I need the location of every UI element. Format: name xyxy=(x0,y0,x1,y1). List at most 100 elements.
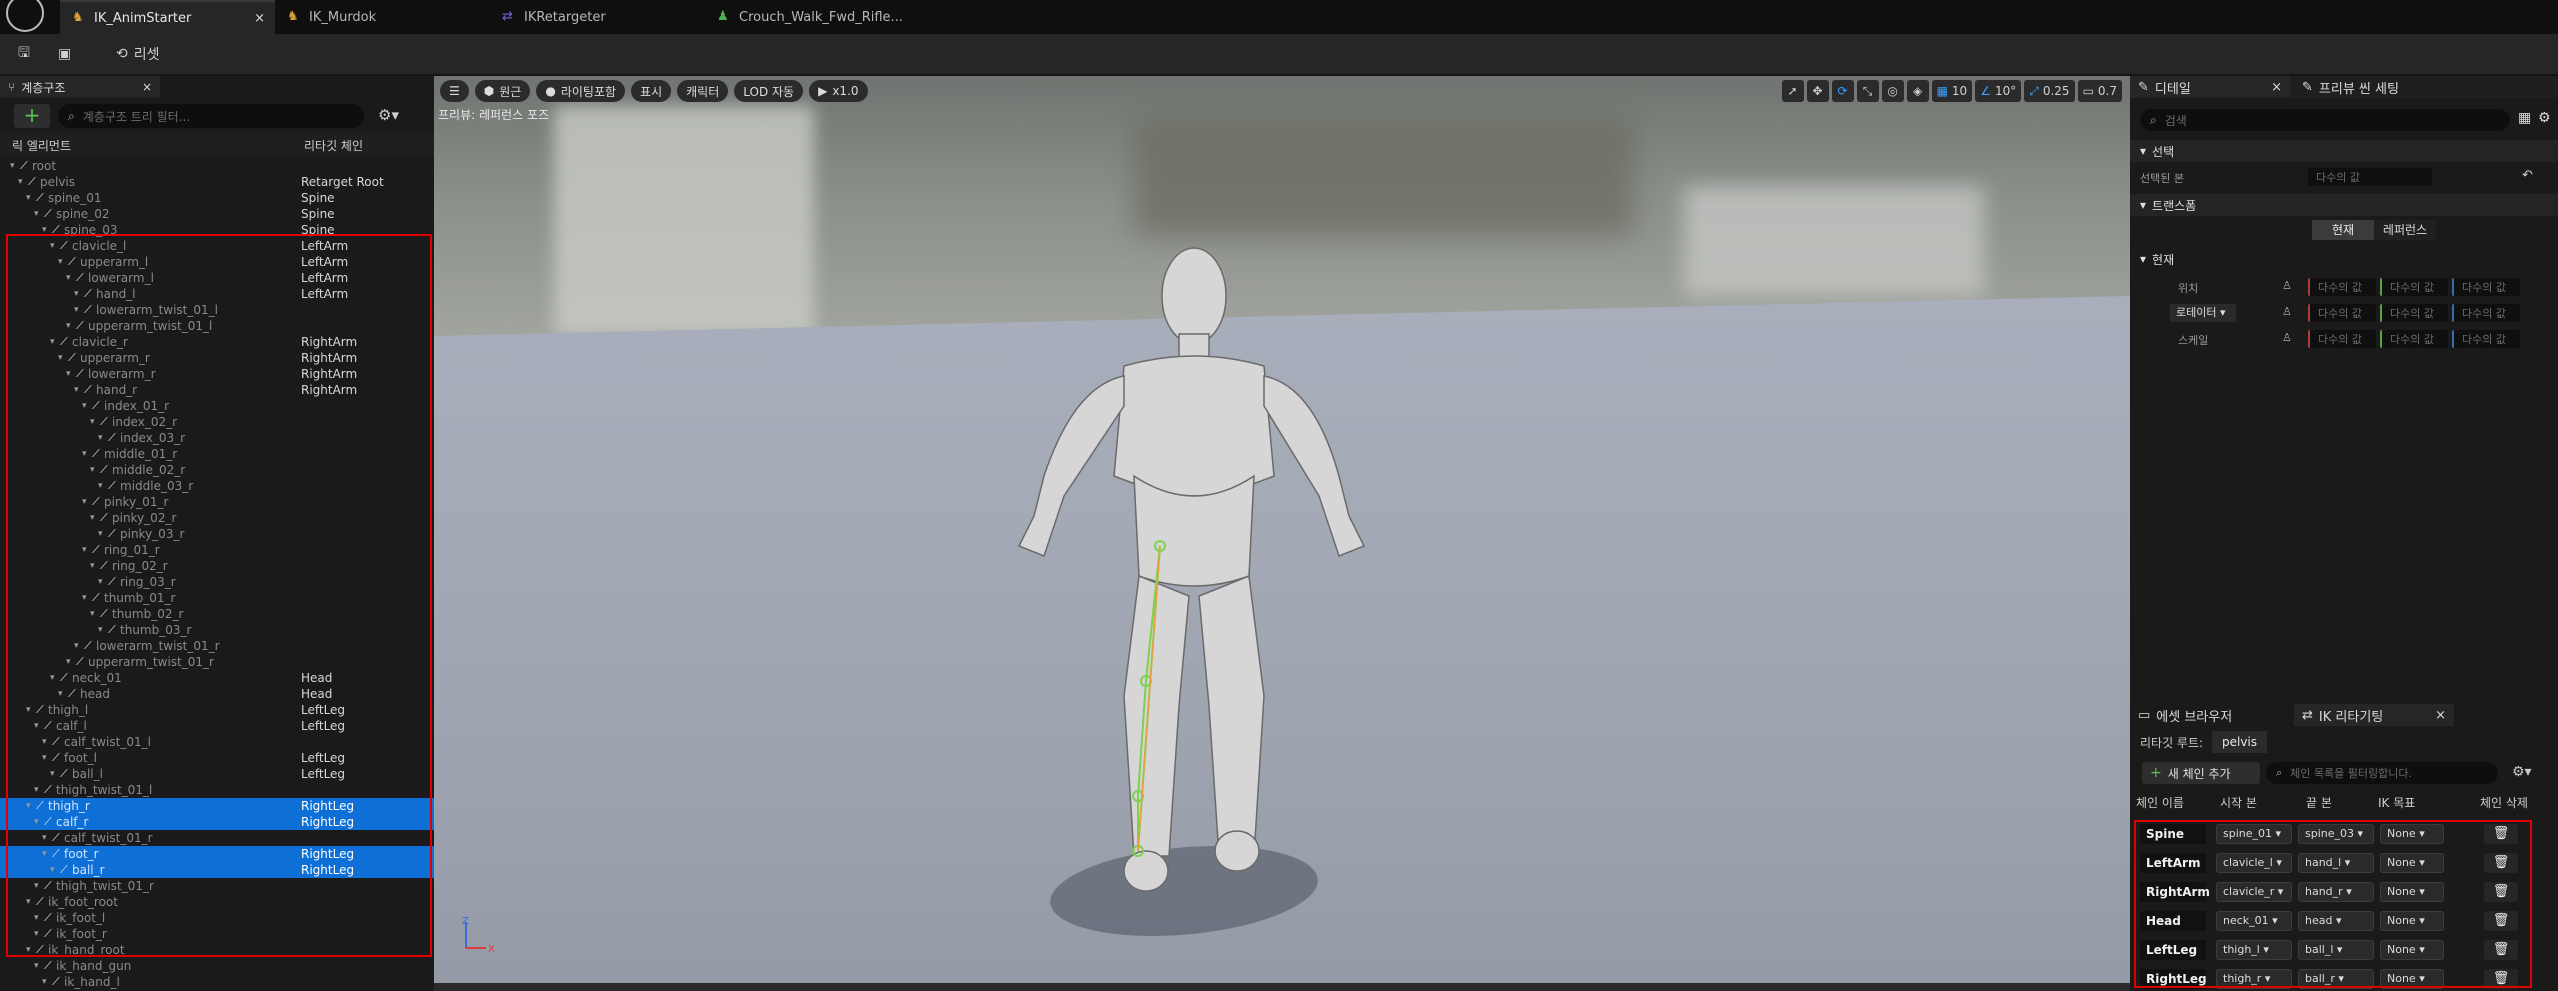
bone-row[interactable]: ▾ ⟋ thigh_twist_01_l xyxy=(0,782,434,798)
perspective-button[interactable]: ⬢ 원근 xyxy=(474,80,531,102)
start-bone-dropdown[interactable]: clavicle_r ▾ xyxy=(2216,882,2292,902)
hierarchy-tab[interactable]: ⑂ 계층구조 × xyxy=(0,76,160,98)
settings-gear-icon[interactable]: ⚙ xyxy=(2538,110,2551,126)
bone-row[interactable]: ▾ ⟋ spine_02 Spine xyxy=(0,206,434,222)
start-bone-dropdown[interactable]: thigh_l ▾ xyxy=(2216,940,2292,960)
rotate-icon[interactable]: ⟳ xyxy=(1831,80,1854,102)
bone-row[interactable]: ▾ ⟋ ik_hand_l xyxy=(0,974,434,990)
chain-name-field[interactable]: Head xyxy=(2140,911,2206,931)
expand-arrow-icon[interactable]: ▾ xyxy=(74,286,79,302)
bone-pivot-icon[interactable]: ♙ xyxy=(2282,305,2292,318)
camera-speed-button[interactable]: ▭ 0.7 xyxy=(2077,80,2122,102)
expand-arrow-icon[interactable]: ▾ xyxy=(42,846,47,862)
bone-row[interactable]: ▾ ⟋ head Head xyxy=(0,686,434,702)
grid-snap-button[interactable]: ▦ 10 xyxy=(1931,80,1973,102)
translate-icon[interactable]: ✥ xyxy=(1806,80,1829,102)
bone-row[interactable]: ▾ ⟋ ring_01_r xyxy=(0,542,434,558)
expand-arrow-icon[interactable]: ▾ xyxy=(26,190,31,206)
expand-arrow-icon[interactable]: ▾ xyxy=(90,558,95,574)
bone-row[interactable]: ▾ ⟋ middle_02_r xyxy=(0,462,434,478)
expand-arrow-icon[interactable]: ▾ xyxy=(82,542,87,558)
table-view-icon[interactable]: ▦ xyxy=(2518,110,2531,126)
expand-arrow-icon[interactable]: ▾ xyxy=(18,174,23,190)
bone-row[interactable]: ▾ ⟋ foot_r RightLeg xyxy=(0,846,434,862)
bone-row[interactable]: ▾ ⟋ pinky_03_r xyxy=(0,526,434,542)
settings-gear-icon[interactable]: ⚙▾ xyxy=(378,106,399,124)
bone-row[interactable]: ▾ ⟋ lowerarm_r RightArm xyxy=(0,366,434,382)
viewport-menu-button[interactable]: ☰ xyxy=(440,80,469,102)
start-bone-dropdown[interactable]: neck_01 ▾ xyxy=(2216,911,2292,931)
show-button[interactable]: 표시 xyxy=(631,80,672,102)
lighting-button[interactable]: ● 라이팅포함 xyxy=(536,80,626,102)
expand-arrow-icon[interactable]: ▾ xyxy=(66,318,71,334)
bone-row[interactable]: ▾ ⟋ ring_03_r xyxy=(0,574,434,590)
bone-row[interactable]: ▾ ⟋ upperarm_r RightArm xyxy=(0,350,434,366)
bone-row[interactable]: ▾ ⟋ calf_r RightLeg xyxy=(0,814,434,830)
end-bone-dropdown[interactable]: ball_r ▾ xyxy=(2298,969,2374,989)
close-icon[interactable]: × xyxy=(2271,80,2282,95)
character-button[interactable]: 캐릭터 xyxy=(677,80,729,102)
bone-row[interactable]: ▾ ⟋ foot_l LeftLeg xyxy=(0,750,434,766)
expand-arrow-icon[interactable]: ▾ xyxy=(50,238,55,254)
ik-goal-dropdown[interactable]: None ▾ xyxy=(2380,882,2444,902)
expand-arrow-icon[interactable]: ▾ xyxy=(82,446,87,462)
surface-snap-icon[interactable]: ◈ xyxy=(1906,80,1929,102)
bone-row[interactable]: ▾ ⟋ lowerarm_twist_01_r xyxy=(0,638,434,654)
bone-row[interactable]: ▾ ⟋ ik_foot_root xyxy=(0,894,434,910)
bone-row[interactable]: ▾ ⟋ lowerarm_l LeftArm xyxy=(0,270,434,286)
bone-row[interactable]: ▾ ⟋ spine_01 Spine xyxy=(0,190,434,206)
bone-row[interactable]: ▾ ⟋ hand_l LeftArm xyxy=(0,286,434,302)
add-chain-button[interactable]: + 새 체인 추가 xyxy=(2142,762,2260,784)
tab-crouch-walk[interactable]: ♟ Crouch_Walk_Fwd_Rifle... xyxy=(705,0,945,34)
bone-row[interactable]: ▾ ⟋ index_02_r xyxy=(0,414,434,430)
bone-row[interactable]: ▾ ⟋ upperarm_l LeftArm xyxy=(0,254,434,270)
bone-row[interactable]: ▾ ⟋ upperarm_twist_01_l xyxy=(0,318,434,334)
scale-z[interactable]: 다수의 값 xyxy=(2452,330,2520,348)
bone-row[interactable]: ▾ ⟋ ball_l LeftLeg xyxy=(0,766,434,782)
close-tab-icon[interactable]: × xyxy=(254,11,265,26)
bone-row[interactable]: ▾ ⟋ middle_03_r xyxy=(0,478,434,494)
expand-arrow-icon[interactable]: ▾ xyxy=(98,526,103,542)
chain-name-field[interactable]: RightArm xyxy=(2140,882,2210,902)
bone-row[interactable]: ▾ ⟋ calf_twist_01_r xyxy=(0,830,434,846)
section-current[interactable]: ▾ 현재 xyxy=(2130,248,2558,270)
save-icon[interactable]: 🖫 xyxy=(18,42,30,66)
details-search-input[interactable]: ⌕ 검색 xyxy=(2140,109,2510,131)
expand-arrow-icon[interactable]: ▾ xyxy=(58,254,63,270)
tab-asset-browser[interactable]: ▭ 에셋 브라우저 xyxy=(2130,704,2232,726)
chain-name-field[interactable]: LeftArm xyxy=(2140,853,2206,873)
scale-x[interactable]: 다수의 값 xyxy=(2308,330,2376,348)
expand-arrow-icon[interactable]: ▾ xyxy=(34,814,39,830)
expand-arrow-icon[interactable]: ▾ xyxy=(34,718,39,734)
bone-row[interactable]: ▾ ⟋ pinky_02_r xyxy=(0,510,434,526)
rotation-y[interactable]: 다수의 값 xyxy=(2380,304,2448,322)
expand-arrow-icon[interactable]: ▾ xyxy=(42,830,47,846)
expand-arrow-icon[interactable]: ▾ xyxy=(58,350,63,366)
expand-arrow-icon[interactable]: ▾ xyxy=(26,702,31,718)
start-bone-dropdown[interactable]: clavicle_l ▾ xyxy=(2216,853,2292,873)
expand-arrow-icon[interactable]: ▾ xyxy=(90,462,95,478)
expand-arrow-icon[interactable]: ▾ xyxy=(26,942,31,958)
rotation-z[interactable]: 다수의 값 xyxy=(2452,304,2520,322)
end-bone-dropdown[interactable]: hand_r ▾ xyxy=(2298,882,2374,902)
viewport-scrollbar[interactable] xyxy=(434,983,2130,991)
bone-row[interactable]: ▾ ⟋ pinky_01_r xyxy=(0,494,434,510)
bone-row[interactable]: ▾ ⟋ upperarm_twist_01_r xyxy=(0,654,434,670)
expand-arrow-icon[interactable]: ▾ xyxy=(26,894,31,910)
delete-chain-button[interactable]: 🗑 xyxy=(2484,882,2518,902)
expand-arrow-icon[interactable]: ▾ xyxy=(42,750,47,766)
expand-arrow-icon[interactable]: ▾ xyxy=(98,574,103,590)
expand-arrow-icon[interactable]: ▾ xyxy=(34,878,39,894)
select-mode-icon[interactable]: ➚ xyxy=(1781,80,1804,102)
ik-goal-dropdown[interactable]: None ▾ xyxy=(2380,940,2444,960)
scale-y[interactable]: 다수의 값 xyxy=(2380,330,2448,348)
rotation-type-dropdown[interactable]: 로테이터 ▾ xyxy=(2170,304,2236,322)
expand-arrow-icon[interactable]: ▾ xyxy=(66,270,71,286)
section-selection[interactable]: ▾ 선택 xyxy=(2130,140,2558,162)
expand-arrow-icon[interactable]: ▾ xyxy=(50,766,55,782)
end-bone-dropdown[interactable]: head ▾ xyxy=(2298,911,2374,931)
expand-arrow-icon[interactable]: ▾ xyxy=(34,206,39,222)
expand-arrow-icon[interactable]: ▾ xyxy=(34,958,39,974)
bone-row[interactable]: ▾ ⟋ spine_03 Spine xyxy=(0,222,434,238)
bone-row[interactable]: ▾ ⟋ ik_hand_root xyxy=(0,942,434,958)
